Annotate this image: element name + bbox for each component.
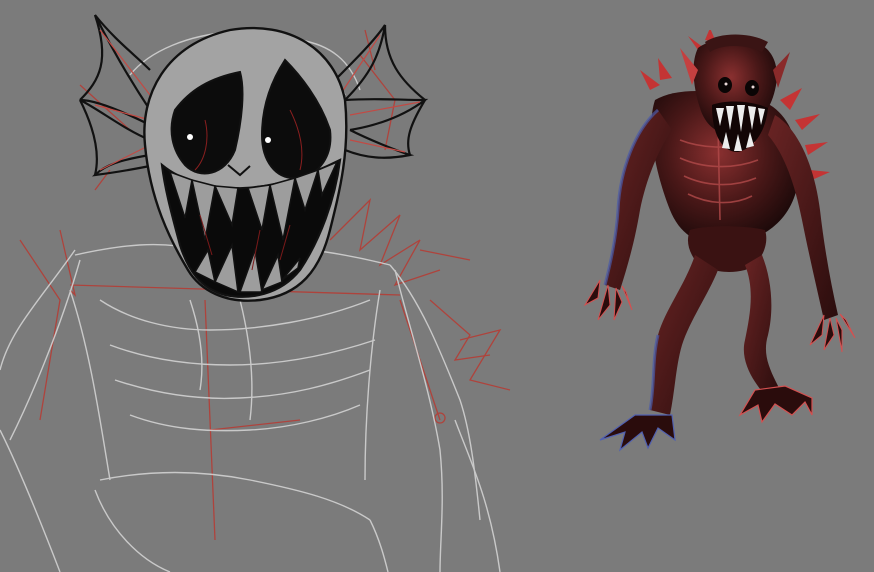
creature-left-eye-glint [724, 82, 728, 86]
fin-right [334, 24, 429, 159]
drawing-canvas[interactable] [0, 0, 874, 572]
creature-left-claw [583, 279, 633, 321]
creature-right-foot [738, 385, 813, 424]
creature-right-claw [809, 313, 856, 353]
rendered-creature-svg [583, 30, 856, 452]
sketch-left-pupil [187, 134, 193, 140]
rendered-creature-artwork [580, 30, 870, 460]
creature-right-eye-glint [751, 85, 755, 89]
creature-left-foot [599, 414, 676, 452]
creature-right-leg [743, 255, 780, 395]
fin-left-veins [94, 29, 151, 171]
sketch-right-pupil [265, 137, 271, 143]
creature-left-leg [650, 255, 718, 415]
